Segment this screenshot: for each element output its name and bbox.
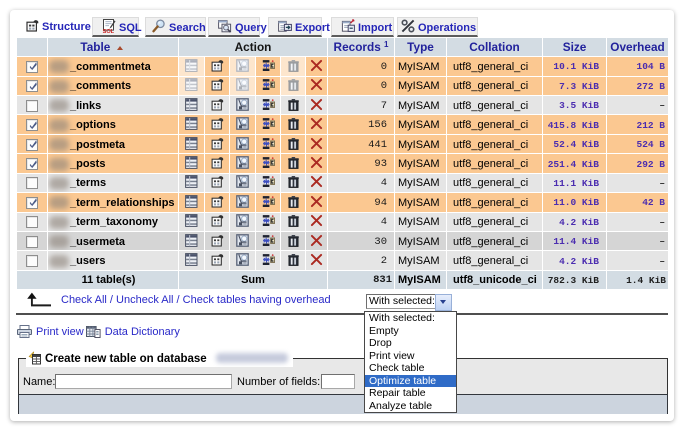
svg-text:SQL: SQL [103, 28, 115, 32]
